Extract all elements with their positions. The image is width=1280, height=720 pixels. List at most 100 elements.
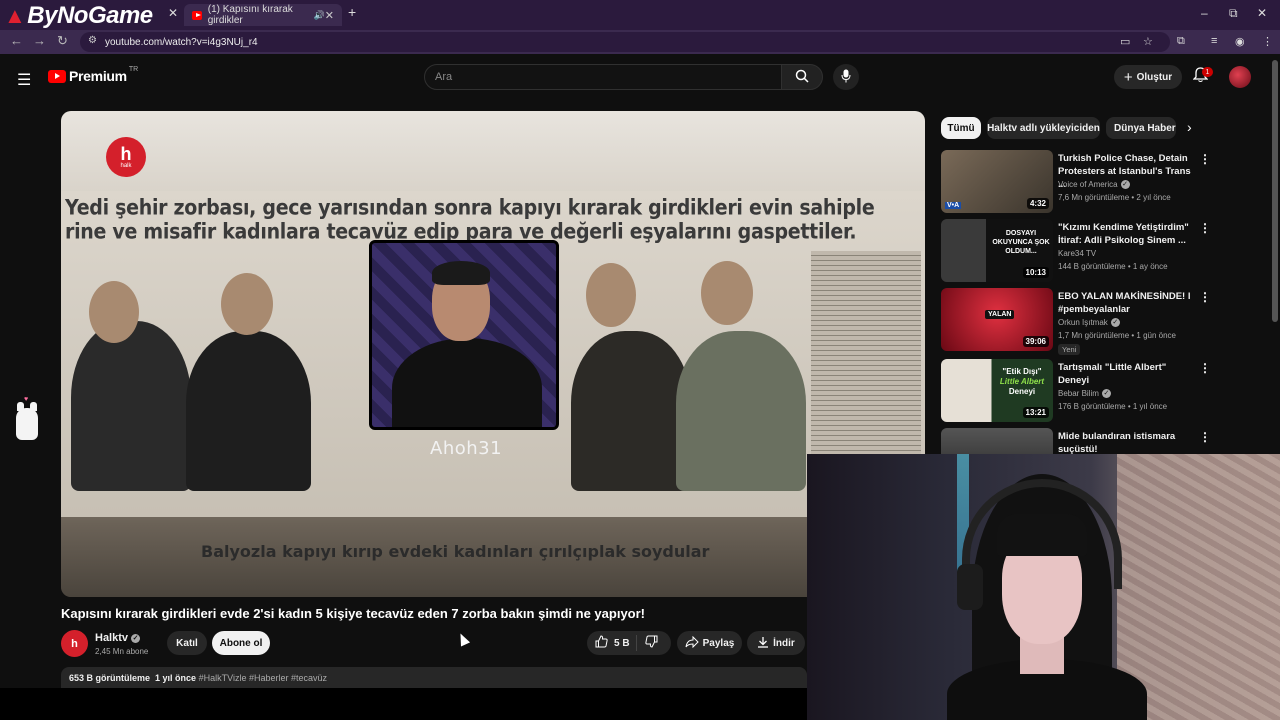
related-channel: Orkun Işıtmak ✓ xyxy=(1058,318,1120,328)
create-label: Oluştur xyxy=(1136,71,1173,83)
bookmark-star-icon[interactable]: ☆ xyxy=(1143,35,1153,48)
video-duration: 10:13 xyxy=(1022,267,1049,278)
heart-icon: ♥ xyxy=(24,396,29,403)
description-box[interactable]: 653 B görüntüleme 1 yıl önce #HalkTVizle… xyxy=(61,667,807,689)
bynogame-logo[interactable]: ▲ ByNoGame xyxy=(4,2,153,30)
create-button[interactable]: + Oluştur xyxy=(1114,65,1182,89)
hashtags[interactable]: #HalkTVizle #Haberler #tecavüz xyxy=(199,673,327,683)
youtube-logo[interactable]: Premium TR xyxy=(48,65,139,84)
user-avatar[interactable] xyxy=(1229,66,1251,88)
related-video[interactable]: "Etik Dışı" Little Albert Deneyi 13:21 Tar… xyxy=(941,359,1271,423)
related-channel-text: Voice of America xyxy=(1058,180,1118,189)
voa-badge: V•A xyxy=(945,202,962,209)
mic-icon xyxy=(841,69,851,86)
back-icon[interactable]: ← xyxy=(10,33,23,48)
forward-icon[interactable]: → xyxy=(33,33,46,48)
close-window-button[interactable]: ✕ xyxy=(1257,6,1267,20)
share-icon xyxy=(685,635,699,651)
reload-icon[interactable]: ↻ xyxy=(57,33,68,49)
chip-world-news[interactable]: Dünya Haberleri xyxy=(1106,117,1176,139)
watermark-text: Ahoh31 xyxy=(430,438,503,459)
subscriber-count: 2,45 Mn abone xyxy=(95,647,149,656)
related-video[interactable]: DOSYAYI OKUYUNCA ŞOK OLDUM... 10:13 "Kızım… xyxy=(941,219,1271,283)
related-channel-text: Bebar Bilim xyxy=(1058,389,1099,398)
thumbnail-text: DOSYAYI OKUYUNCA ŞOK OLDUM... xyxy=(992,230,1050,255)
media-icon[interactable]: ≡ xyxy=(1211,35,1217,47)
voice-search-button[interactable] xyxy=(833,64,859,90)
related-title: Mide bulandıran istismara suçüstü! xyxy=(1058,431,1176,455)
video-player[interactable]: Yedi şehir zorbası, gece yarısından sonr… xyxy=(61,111,925,597)
video-duration: 13:21 xyxy=(1022,407,1049,418)
channel-avatar[interactable]: h xyxy=(61,630,88,657)
chip-all[interactable]: Tümü xyxy=(941,117,981,139)
halktv-logo-mark: h xyxy=(120,144,132,164)
video-thumbnail[interactable]: "Etik Dışı" Little Albert Deneyi 13:21 xyxy=(941,359,1053,422)
related-channel: Voice of America ✓ xyxy=(1058,180,1130,190)
related-meta: 176 B görüntüleme • 1 yıl önce xyxy=(1058,402,1168,411)
video-thumbnail[interactable]: YALAN 39:06 xyxy=(941,288,1053,351)
more-options-icon[interactable]: ⋮ xyxy=(1199,361,1211,375)
view-count: 653 B görüntüleme xyxy=(69,673,151,683)
webcam-overlay xyxy=(807,454,1280,720)
like-button[interactable]: 5 B xyxy=(587,635,637,651)
address-bar[interactable]: ⚙ youtube.com/watch?v=i4g3NUj_r4 xyxy=(80,32,1170,52)
restore-button[interactable]: ⧉ xyxy=(1229,6,1238,21)
youtube-play-icon xyxy=(48,69,66,83)
verified-check-icon: ✓ xyxy=(131,633,141,643)
upload-age: 1 yıl önce xyxy=(155,673,197,683)
logo-text: Premium xyxy=(69,68,127,84)
cast-icon[interactable]: ▭ xyxy=(1120,35,1130,48)
related-meta: 1,7 Mn görüntüleme • 1 gün önce xyxy=(1058,331,1176,340)
join-button[interactable]: Katıl xyxy=(167,631,207,655)
menu-icon[interactable]: ☰ xyxy=(17,70,31,90)
more-options-icon[interactable]: ⋮ xyxy=(1199,430,1211,444)
related-title: "Kızımı Kendime Yetiştirdim" İtiraf: Adl… xyxy=(1058,222,1189,246)
halktv-logo-sub: halk xyxy=(120,163,132,169)
notification-badge: 1 xyxy=(1202,67,1213,77)
channel-name[interactable]: Halktv ✓ xyxy=(95,632,141,644)
search-input[interactable]: Ara xyxy=(424,64,782,90)
more-options-icon[interactable]: ⋮ xyxy=(1199,152,1211,166)
more-icon[interactable]: ⋮ xyxy=(1262,35,1273,48)
tab-close-icon[interactable]: ✕ xyxy=(325,9,334,22)
search-button[interactable] xyxy=(781,64,823,90)
browser-tab-active[interactable]: (1) Kapısını kırarak girdikler 🔊 ✕ xyxy=(184,4,342,26)
audio-icon[interactable]: 🔊 xyxy=(314,10,325,21)
video-thumbnail[interactable]: DOSYAYI OKUYUNCA ŞOK OLDUM... 10:13 xyxy=(941,219,1053,282)
share-button[interactable]: Paylaş xyxy=(677,631,742,655)
related-meta: 144 B görüntüleme • 1 ay önce xyxy=(1058,262,1168,271)
related-channel: Kare34 TV xyxy=(1058,249,1097,258)
new-tab-button[interactable]: + xyxy=(348,4,356,20)
new-badge: Yeni xyxy=(1058,344,1081,355)
subscribe-button[interactable]: Abone ol xyxy=(212,631,270,655)
dislike-button[interactable] xyxy=(637,635,658,651)
download-label: İndir xyxy=(773,637,795,649)
download-button[interactable]: İndir xyxy=(747,631,805,655)
extensions-icon[interactable]: ⧉ xyxy=(1177,35,1185,48)
photo-person xyxy=(571,331,691,491)
headset-earcup xyxy=(957,564,983,610)
profile-icon[interactable]: ◉ xyxy=(1235,35,1245,48)
related-video[interactable]: V•A 4:32 Turkish Police Chase, Detain Pr… xyxy=(941,150,1271,214)
chevron-right-icon[interactable]: › xyxy=(1187,119,1192,135)
more-options-icon[interactable]: ⋮ xyxy=(1199,290,1211,304)
thumbs-up-icon xyxy=(595,635,608,651)
more-options-icon[interactable]: ⋮ xyxy=(1199,221,1211,235)
verified-check-icon: ✓ xyxy=(1120,180,1130,190)
region-code: TR xyxy=(128,65,139,73)
site-info-icon[interactable]: ⚙ xyxy=(88,35,97,46)
search-placeholder: Ara xyxy=(435,71,453,83)
related-video[interactable]: YALAN 39:06 EBO YALAN MAKİNESİNDE! l #pe… xyxy=(941,288,1271,355)
like-dislike-group: 5 B xyxy=(587,631,671,655)
chip-uploader[interactable]: Halktv adlı yükleyiciden xyxy=(987,117,1100,139)
video-thumbnail[interactable]: V•A 4:32 xyxy=(941,150,1053,213)
related-meta: 7,6 Mn görüntüleme • 2 yıl önce xyxy=(1058,193,1171,202)
prev-tab-close-icon[interactable]: ✕ xyxy=(168,6,178,20)
photo-head xyxy=(89,281,139,343)
channel-name-text: Halktv xyxy=(95,632,129,644)
mouse-cursor-icon xyxy=(455,631,471,647)
page-scrollbar[interactable] xyxy=(1272,60,1278,322)
minimize-button[interactable]: – xyxy=(1201,6,1208,20)
video-duration: 4:32 xyxy=(1026,198,1049,209)
download-icon xyxy=(757,636,769,651)
